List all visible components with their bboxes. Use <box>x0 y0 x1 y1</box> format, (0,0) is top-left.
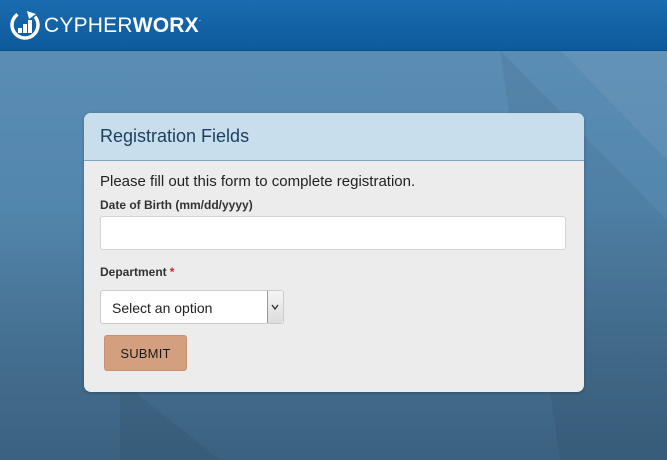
cypherworx-circle-logo-icon <box>10 10 40 40</box>
card-header: Registration Fields <box>84 113 584 161</box>
chevron-down-icon <box>271 304 279 311</box>
cypherworx-logo[interactable]: CYPHERWORX. <box>9 8 201 42</box>
brand-name: CYPHERWORX. <box>44 13 202 37</box>
department-label-text: Department <box>100 265 167 279</box>
department-select[interactable]: Select an option <box>100 290 284 324</box>
dob-label: Date of Birth (mm/dd/yyyy) <box>100 198 253 212</box>
department-select-value: Select an option <box>112 300 213 316</box>
top-header-bar: CYPHERWORX. <box>0 0 667 51</box>
brand-name-bold: WORX <box>132 13 199 37</box>
submit-button[interactable]: SUBMIT <box>104 335 187 371</box>
department-label: Department * <box>100 265 174 279</box>
dob-input[interactable] <box>100 216 566 250</box>
select-dropdown-button[interactable] <box>267 291 283 323</box>
required-marker: * <box>169 265 175 279</box>
card-title: Registration Fields <box>100 126 250 146</box>
registration-card: Registration Fields Please fill out this… <box>84 113 584 392</box>
brand-name-light: CYPHER <box>44 13 133 37</box>
brand-trademark: . <box>198 13 202 23</box>
form-instructions: Please fill out this form to complete re… <box>100 173 416 190</box>
